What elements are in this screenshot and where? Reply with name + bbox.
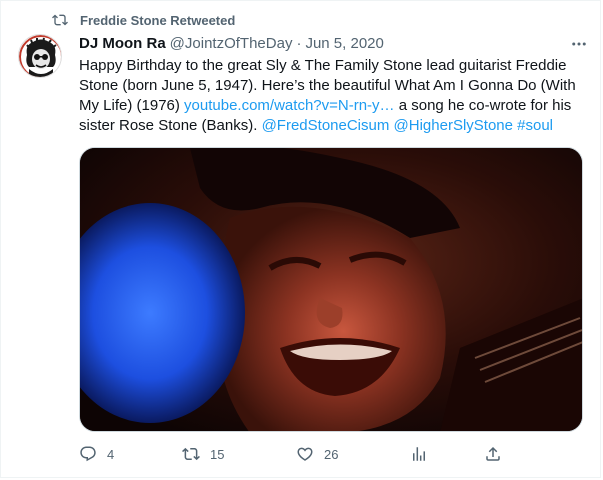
retweet-count: 15 bbox=[210, 446, 225, 462]
hashtag-link[interactable]: #soul bbox=[517, 117, 553, 134]
author-handle[interactable]: @JointzOfTheDay bbox=[170, 35, 293, 52]
author-name[interactable]: DJ Moon Ra bbox=[79, 35, 166, 52]
retweet-icon bbox=[52, 14, 68, 26]
views-icon bbox=[413, 447, 425, 461]
mention-link[interactable]: @FredStoneCisum bbox=[262, 117, 390, 134]
tweet-header: DJ Moon Ra @JointzOfTheDay · Jun 5, 2020 bbox=[79, 33, 583, 53]
avatar-image bbox=[19, 35, 61, 77]
share-icon bbox=[486, 446, 500, 461]
video-thumbnail[interactable] bbox=[79, 147, 583, 432]
retweeted-by-label: Freddie Stone Retweeted bbox=[80, 12, 236, 28]
like-count: 26 bbox=[324, 446, 339, 462]
reply-button[interactable]: 4 bbox=[79, 444, 114, 464]
heart-icon bbox=[297, 447, 313, 461]
avatar[interactable] bbox=[18, 34, 62, 78]
tweet-actions: 4 15 26 bbox=[79, 444, 509, 464]
retweet-button[interactable]: 15 bbox=[182, 444, 224, 464]
tweet-text: Happy Birthday to the great Sly & The Fa… bbox=[79, 56, 584, 136]
mention-link[interactable]: @HigherSlyStone bbox=[394, 117, 513, 134]
views-button[interactable] bbox=[410, 444, 428, 464]
reply-count: 4 bbox=[107, 446, 115, 462]
video-still-image bbox=[80, 148, 582, 431]
reply-icon bbox=[80, 446, 96, 462]
share-button[interactable] bbox=[484, 444, 502, 464]
header-separator: · bbox=[296, 34, 302, 52]
retweeted-by-row[interactable]: Freddie Stone Retweeted bbox=[52, 10, 235, 30]
like-button[interactable]: 26 bbox=[296, 444, 338, 464]
retweet-icon bbox=[182, 447, 200, 461]
more-button[interactable] bbox=[569, 34, 589, 54]
tweet-date[interactable]: Jun 5, 2020 bbox=[305, 35, 383, 52]
more-icon bbox=[572, 42, 586, 46]
tweet-link[interactable]: youtube.com/watch?v=N-rn-y… bbox=[184, 97, 395, 114]
